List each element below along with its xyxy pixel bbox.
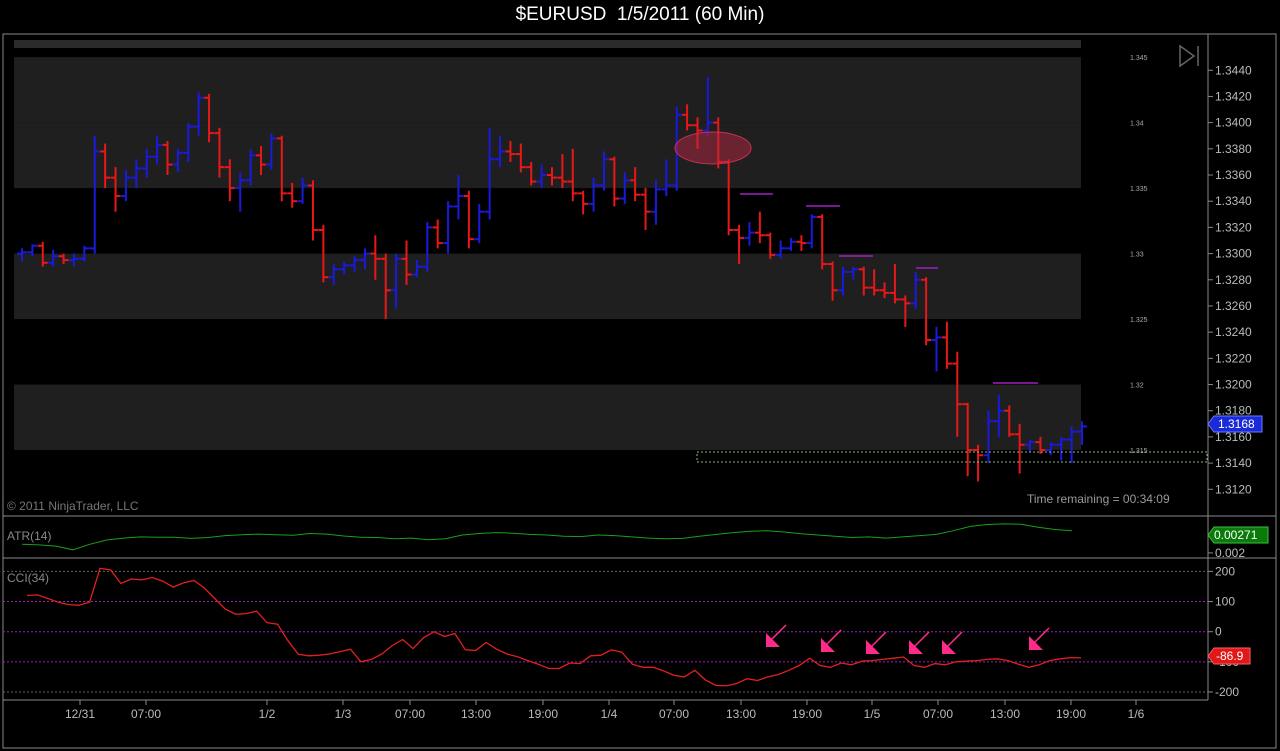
price-zone <box>14 40 1081 48</box>
last-price-value: 1.3168 <box>1218 417 1255 431</box>
cci-panel: 2001000-100-200 <box>3 564 1239 699</box>
ohlc-bar <box>640 188 651 231</box>
zone-labels: 1.345 1.34 1.335 1.33 1.325 1.32 1.315 <box>1130 55 1148 455</box>
price-tick-label: 1.3300 <box>1215 247 1252 261</box>
cci-tick-label: -200 <box>1215 685 1239 699</box>
time-axis: 12/31 07:00 1/2 1/3 07:00 13:00 19:00 1/4 07:00 1… <box>65 700 1145 721</box>
ohlc-bar <box>307 180 318 241</box>
time-tick-label: 07:00 <box>923 707 953 721</box>
copyright-text: © 2011 NinjaTrader, LLC <box>7 499 139 513</box>
ohlc-bar <box>578 190 589 215</box>
signal-arrow-icon <box>942 631 963 654</box>
ohlc-bar <box>754 211 765 244</box>
time-tick-label: 1/3 <box>335 707 352 721</box>
time-tick-label: 07:00 <box>395 707 425 721</box>
time-tick-label: 1/6 <box>1128 707 1145 721</box>
time-tick-label: 19:00 <box>792 707 822 721</box>
price-tick-label: 1.3400 <box>1215 116 1252 130</box>
time-tick-label: 07:00 <box>131 707 161 721</box>
atr-last-value: 0.00271 <box>1214 528 1258 542</box>
signal-arrow-icon <box>821 629 842 652</box>
signal-arrow-icon <box>766 624 787 647</box>
price-zones <box>14 40 1081 451</box>
ohlc-bar <box>931 326 942 372</box>
zone-level-label: 1.325 <box>1130 317 1148 324</box>
time-tick-label: 19:00 <box>528 707 558 721</box>
atr-panel: 0.002 <box>21 523 1245 560</box>
zone-level-label: 1.34 <box>1130 121 1144 128</box>
price-zone <box>14 384 1081 451</box>
zone-level-label: 1.345 <box>1130 55 1148 62</box>
price-tick-label: 1.3120 <box>1215 482 1252 496</box>
cci-tick-label: 100 <box>1215 595 1235 609</box>
price-tick-label: 1.3140 <box>1215 456 1252 470</box>
price-zone <box>14 57 1081 123</box>
price-tick-label: 1.3200 <box>1215 378 1252 392</box>
time-tick-label: 07:00 <box>659 707 689 721</box>
skip-to-end-icon[interactable] <box>1179 44 1199 68</box>
price-tick-label: 1.3420 <box>1215 89 1252 103</box>
time-tick-label: 19:00 <box>1056 707 1086 721</box>
signal-arrow-icon <box>909 631 930 654</box>
price-zone <box>14 253 1081 320</box>
chart-canvas[interactable]: 1.3440 1.3420 1.3400 1.3380 1.3360 1.3340 1.33… <box>0 0 1280 751</box>
time-tick-label: 1/4 <box>601 707 618 721</box>
time-tick-label: 1/2 <box>259 707 276 721</box>
atr-line <box>21 523 1073 551</box>
price-tick-label: 1.3380 <box>1215 142 1252 156</box>
price-tick-label: 1.3440 <box>1215 63 1252 77</box>
time-remaining-text: Time remaining = 00:34:09 <box>1027 492 1170 506</box>
cci-tick-label: 0 <box>1215 625 1222 639</box>
atr-value-badge: 0.00271 <box>1207 526 1269 544</box>
ohlc-bar <box>796 235 807 251</box>
price-tick-label: 1.3220 <box>1215 351 1252 365</box>
zone-level-label: 1.335 <box>1130 186 1148 193</box>
time-tick-label: 13:00 <box>726 707 756 721</box>
price-tick-label: 1.3360 <box>1215 168 1252 182</box>
cci-value-badge: -86.9 <box>1207 647 1251 665</box>
ohlc-bar <box>432 219 443 249</box>
cci-tick-label: 200 <box>1215 564 1235 578</box>
last-price-badge: 1.3168 <box>1207 415 1263 433</box>
ohlc-bar <box>744 222 755 246</box>
price-tick-label: 1.3280 <box>1215 273 1252 287</box>
cci-line <box>26 567 1082 687</box>
ohlc-bar <box>463 190 474 249</box>
price-zone <box>14 122 1081 189</box>
zone-level-label: 1.32 <box>1130 383 1144 390</box>
time-tick-label: 1/5 <box>864 707 881 721</box>
zone-level-label: 1.33 <box>1130 252 1144 259</box>
ohlc-bar <box>806 214 817 249</box>
highlight-ellipse <box>674 131 752 165</box>
time-tick-label: 13:00 <box>990 707 1020 721</box>
price-tick-label: 1.3340 <box>1215 194 1252 208</box>
ohlc-bar <box>474 203 485 244</box>
price-tick-label: 1.3240 <box>1215 325 1252 339</box>
price-tick-label: 1.3320 <box>1215 220 1252 234</box>
cci-label: CCI(34) <box>7 571 49 585</box>
ohlc-bar <box>941 321 952 369</box>
time-tick-label: 13:00 <box>461 707 491 721</box>
ohlc-bar <box>973 444 984 482</box>
cci-last-value: -86.9 <box>1216 649 1244 663</box>
atr-label: ATR(14) <box>7 529 51 543</box>
ohlc-bar <box>443 201 454 254</box>
price-tick-label: 1.3260 <box>1215 299 1252 313</box>
time-tick-label: 12/31 <box>65 707 95 721</box>
ohlc-bar <box>786 237 797 251</box>
signal-arrow-icon <box>866 631 887 654</box>
zone-level-label: 1.315 <box>1130 448 1148 455</box>
atr-tick-label: 0.002 <box>1215 546 1245 560</box>
